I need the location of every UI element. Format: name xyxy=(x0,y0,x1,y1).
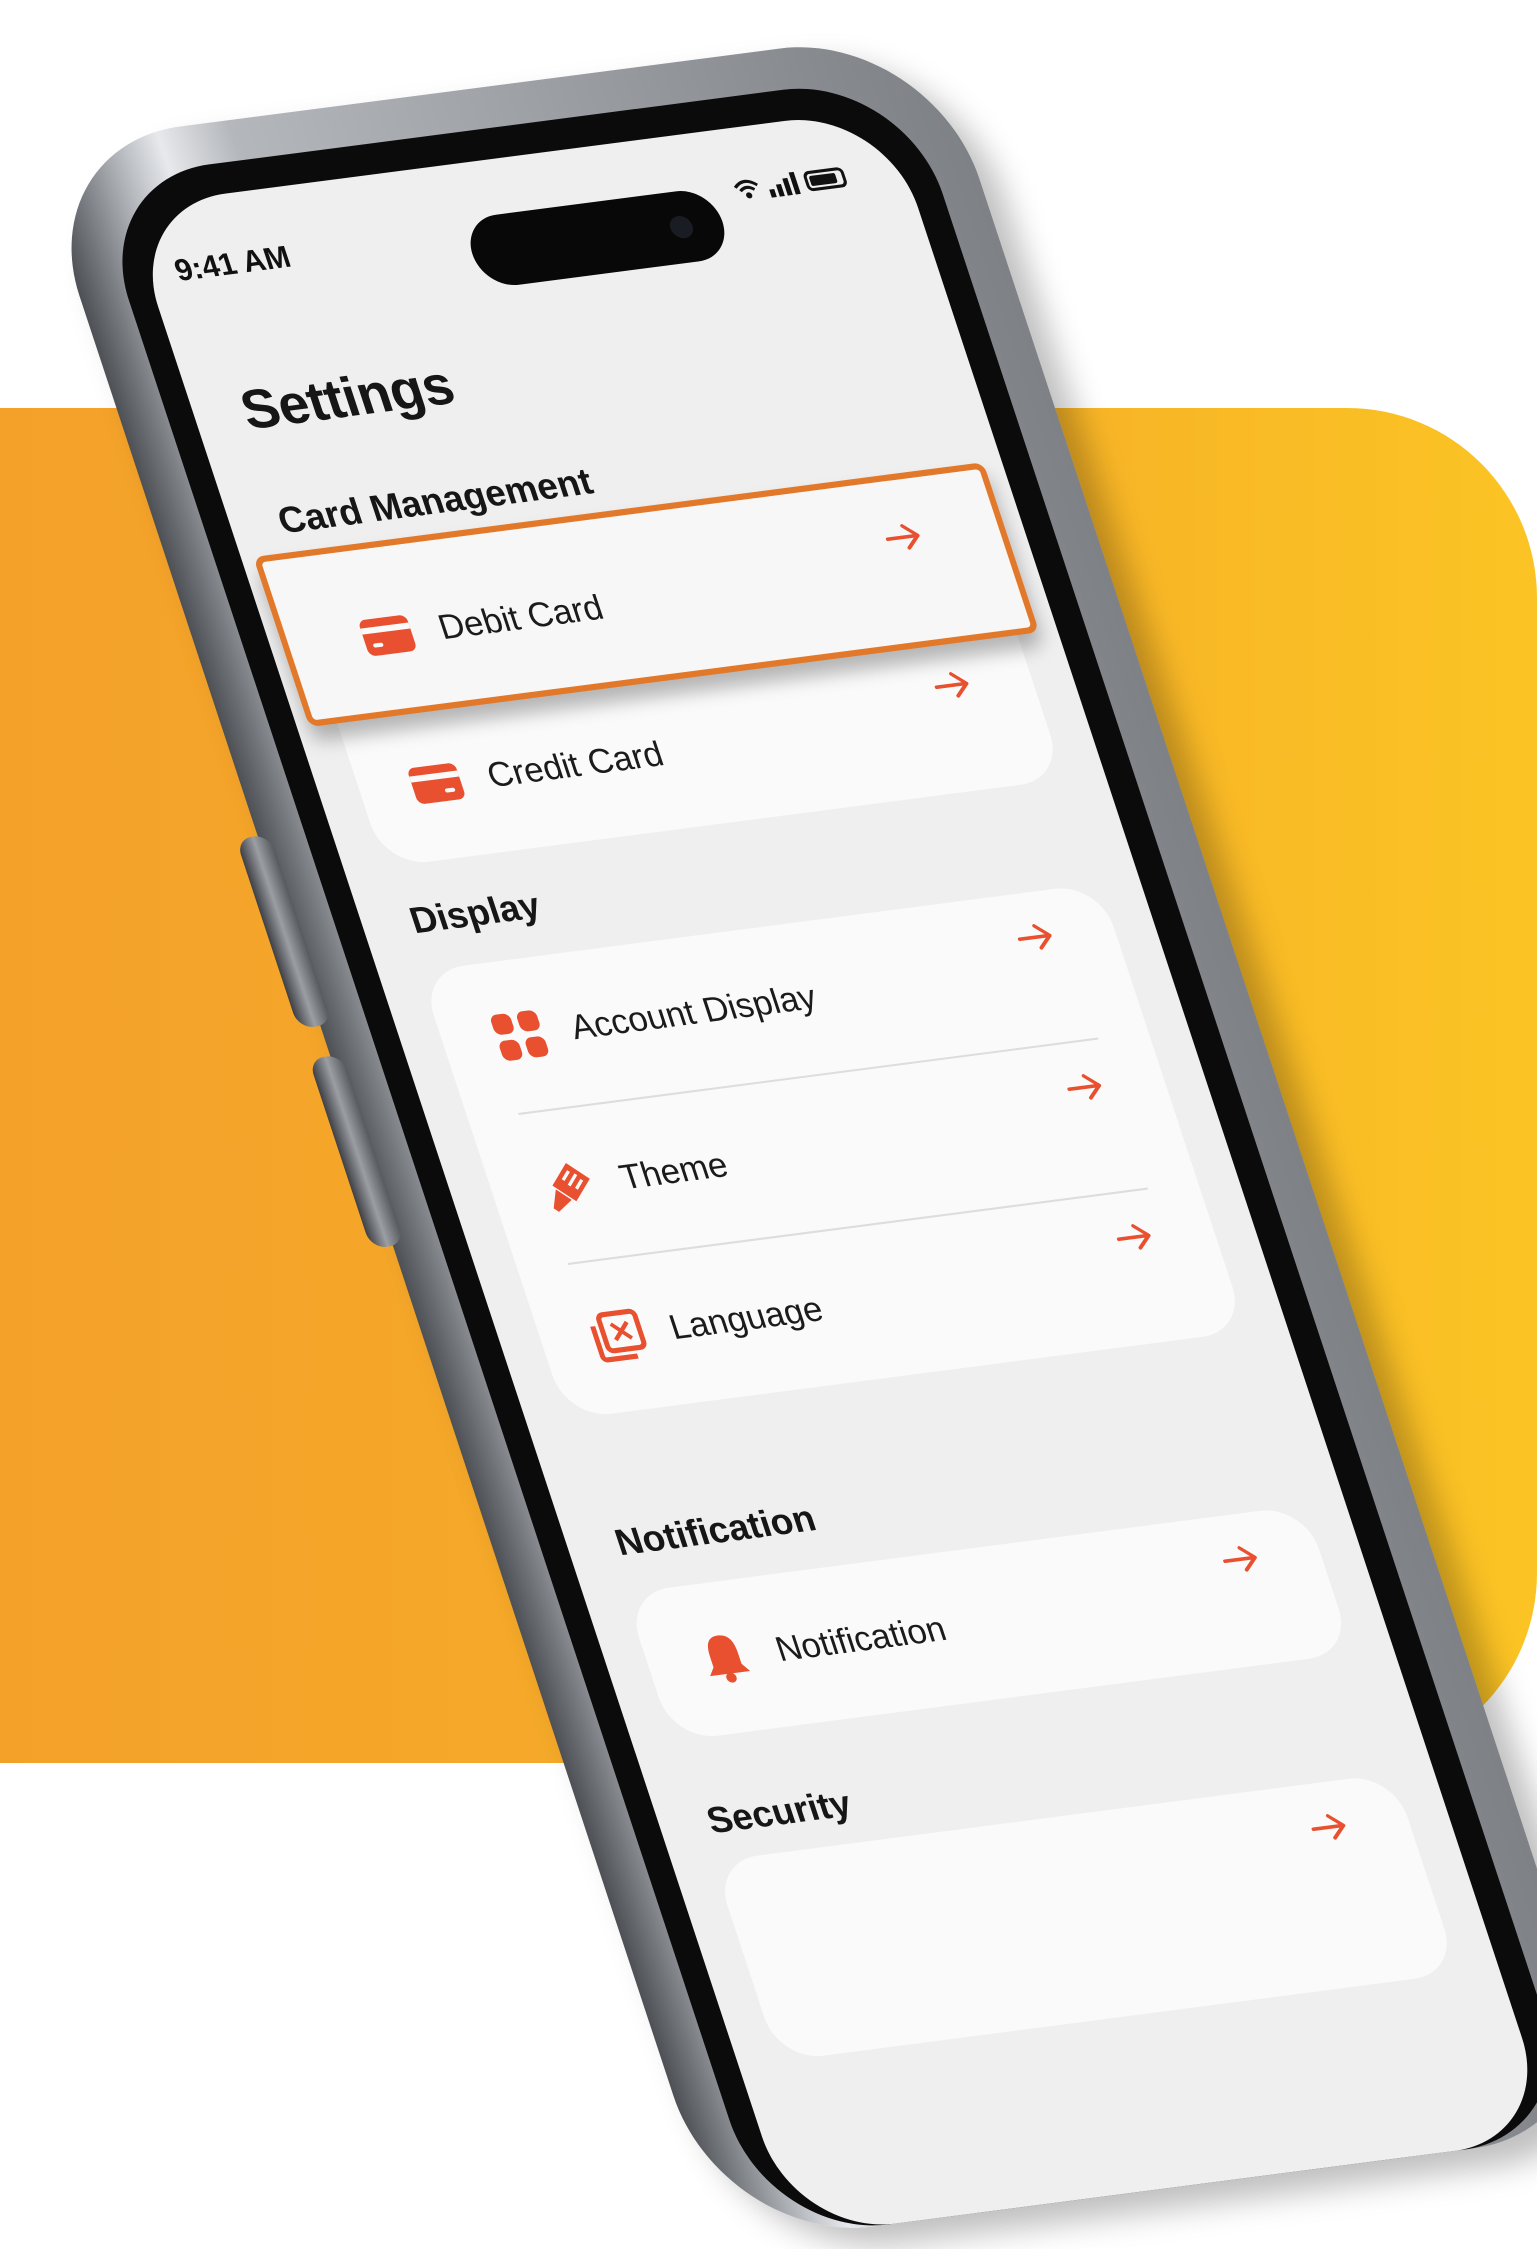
notification-label: Notification xyxy=(770,1609,952,1670)
section-title-security: Security xyxy=(701,1781,857,1842)
display-group: Account Display Theme Language xyxy=(419,883,1248,1420)
credit-card-label: Credit Card xyxy=(482,734,669,796)
credit-card-icon xyxy=(408,763,465,804)
wifi-icon xyxy=(733,179,758,199)
battery-icon xyxy=(801,166,849,192)
dynamic-island xyxy=(460,186,735,290)
card-management-group: Debit Card Credit Card xyxy=(253,462,1065,868)
translate-icon xyxy=(590,1308,647,1363)
section-title-notification: Notification xyxy=(609,1496,821,1564)
arrow-right-icon[interactable] xyxy=(930,669,975,702)
arrow-right-icon[interactable] xyxy=(1307,1811,1352,1844)
page-title: Settings xyxy=(232,354,462,442)
account-display-label: Account Display xyxy=(565,977,822,1048)
status-icons xyxy=(731,166,849,202)
language-label: Language xyxy=(664,1289,829,1348)
camera-icon xyxy=(666,214,697,240)
signal-icon xyxy=(765,171,801,198)
arrow-right-icon[interactable] xyxy=(1218,1543,1263,1576)
arrow-right-icon[interactable] xyxy=(1112,1221,1157,1254)
theme-label: Theme xyxy=(614,1145,734,1198)
grid-icon xyxy=(490,1010,549,1061)
arrow-right-icon[interactable] xyxy=(1013,921,1058,954)
paint-brush-icon xyxy=(552,1163,590,1212)
bell-icon xyxy=(707,1635,751,1683)
status-time: 9:41 AM xyxy=(170,240,296,288)
section-title-display: Display xyxy=(404,883,546,942)
arrow-right-icon[interactable] xyxy=(1063,1071,1108,1104)
